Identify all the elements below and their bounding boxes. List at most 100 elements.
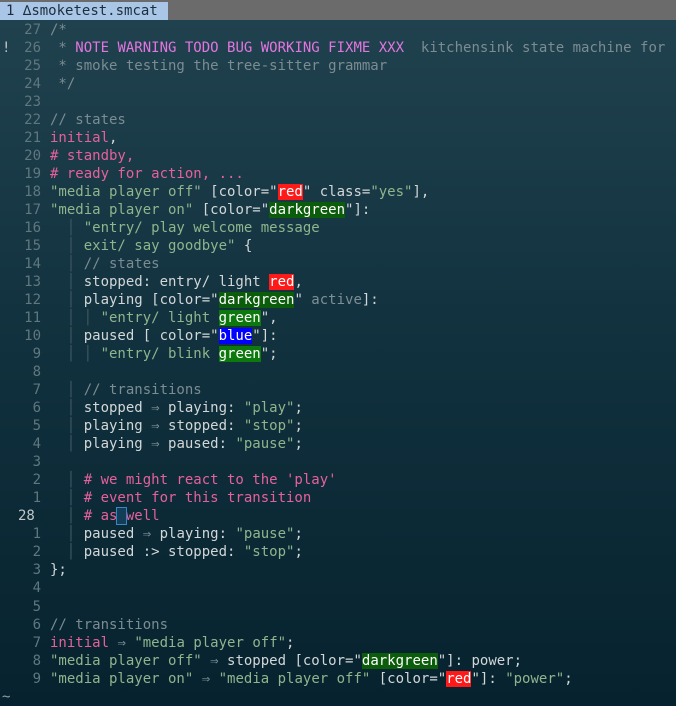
code-line[interactable]: 7 │ // transitions [0,381,676,399]
end-of-buffer: ~ [0,688,676,706]
line-number: 6 [32,400,41,417]
code-line[interactable]: 2 │ # we might react to the 'play' [0,471,676,489]
code-token: ", [260,310,278,327]
code-token: stopped [color=" [218,652,362,669]
tab-filename: smoketest.smcat [31,3,158,19]
line-content: │ // transitions [50,381,202,399]
code-token: playing [83,436,152,453]
code-line[interactable]: 4 │ playing ⇒ paused: "pause"; [0,435,676,453]
line-number: 10 [24,328,41,345]
code-token: "pause" [235,526,295,543]
line-content: │ playing ⇒ stopped: "stop"; [50,417,303,435]
code-line[interactable]: 6 │ stopped ⇒ playing: "play"; [0,399,676,417]
code-line[interactable]: 5 │ playing ⇒ stopped: "stop"; [0,417,676,435]
code-line[interactable]: 1 │ # event for this transition [0,489,676,507]
tab-bar: 1 ∆smoketest.smcat [0,0,676,20]
line-content: }; [50,561,67,579]
line-content: initial ⇒ "media player off"; [50,634,294,652]
code-line[interactable]: 13 │ stopped: entry/ light red, [0,273,676,291]
code-line[interactable]: 12 │ playing [color="darkgreen" active]: [0,291,676,309]
code-line[interactable]: 19 # ready for action, ... [0,165,676,183]
code-line[interactable]: 3 [0,453,676,471]
code-token: green [218,346,261,363]
indent-guide: │ [50,400,84,417]
code-line[interactable]: 9 │ │ "entry/ blink green"; [0,345,676,363]
buffer-tab[interactable]: 1 ∆smoketest.smcat [0,2,168,20]
code-line[interactable]: 21 initial, [0,129,676,147]
text-cursor [116,507,127,526]
code-token: "]: power; [437,652,523,669]
line-number: 23 [24,94,41,111]
code-line[interactable]: 17 "media player on" [color="darkgreen"]: [0,201,676,219]
code-token: ], [412,184,430,201]
line-content: initial, [50,129,117,147]
indent-guide: │ [50,490,84,507]
code-line[interactable]: 27 /* [0,21,676,39]
code-token: ⇒ [142,526,152,543]
code-token: // states [83,256,160,273]
code-token: paused [83,526,143,543]
code-line[interactable]: 10 │ paused [ color="blue"]: [0,327,676,345]
code-token: [color=" [193,202,270,219]
indent-guide: │ [50,544,84,561]
code-token: // transitions [50,616,169,633]
code-line[interactable]: 8 "media player off" ⇒ stopped [color="da… [0,652,676,670]
line-number: 7 [32,382,41,399]
code-token: red [269,274,295,291]
indent-guide: │ [50,382,84,399]
code-line[interactable]: 5 [0,598,676,616]
code-line[interactable]: 3}; [0,561,676,579]
code-token: stopped: [159,418,244,435]
code-token: "play" [243,400,295,417]
code-token: "]: [471,670,506,687]
code-line[interactable]: ! 26 * NOTE WARNING TODO BUG WORKING FIXM… [0,39,676,57]
line-number: 22 [24,112,41,129]
indent-guide: │ │ [50,346,101,363]
code-token: initial [50,634,110,651]
code-token: "power" [505,670,565,687]
code-token: }; [50,562,67,579]
code-line[interactable]: 1 │ paused ⇒ playing: "pause"; [0,525,676,543]
indent-guide: │ [50,220,84,237]
code-token: stopped: entry/ light [83,274,270,291]
code-line[interactable]: 9 "media player on" ⇒ "media player off" … [0,670,676,688]
code-line[interactable]: 7 initial ⇒ "media player off"; [0,634,676,652]
code-line[interactable]: 25 * smoke testing the tree-sitter gramm… [0,57,676,75]
code-line[interactable]: 23 [0,93,676,111]
code-line[interactable]: 24 */ [0,75,676,93]
code-token: ⇒ [151,400,160,417]
line-number: 4 [32,436,41,453]
line-number: 9 [32,670,41,687]
code-token: "media player off" [218,670,371,687]
code-line[interactable]: 28 │ # as well [0,507,676,526]
code-line[interactable]: 16 │ "entry/ play welcome message [0,219,676,237]
code-token: "; [260,346,278,363]
code-line[interactable]: 18 "media player off" [color="red" class=… [0,183,676,201]
code-line[interactable]: 11 │ │ "entry/ light green", [0,309,676,327]
line-content: # standby, [50,147,134,165]
code-line[interactable]: 6 // transitions [0,616,676,634]
code-line[interactable]: 15 │ exit/ say goodbye" { [0,237,676,255]
code-token: darkgreen [218,292,295,309]
code-line[interactable]: 20 # standby, [0,147,676,165]
code-line[interactable]: 8 [0,363,676,381]
line-content: "media player off" [color="red" class="y… [50,183,429,201]
code-line[interactable]: 4 [0,579,676,597]
code-token: " class= [302,184,371,201]
line-content: "media player on" ⇒ "media player off" [… [50,670,573,688]
line-content: */ [50,75,75,93]
code-token: ⇒ [210,652,219,669]
code-token: "stop" [243,418,295,435]
code-token: blue [218,328,253,345]
indent-guide: │ [50,328,84,345]
code-token: ⇒ [201,670,211,687]
code-line[interactable]: 14 │ // states [0,255,676,273]
line-number: 15 [24,238,41,255]
code-line[interactable]: 2 │ paused :> stopped: "stop"; [0,543,676,561]
code-line[interactable]: 22 // states [0,111,676,129]
editor-buffer[interactable]: 27/*! 26 * NOTE WARNING TODO BUG WORKING … [0,21,676,706]
line-number: 21 [24,130,41,147]
line-number: 27 [24,22,41,38]
code-token: initial [50,130,110,147]
